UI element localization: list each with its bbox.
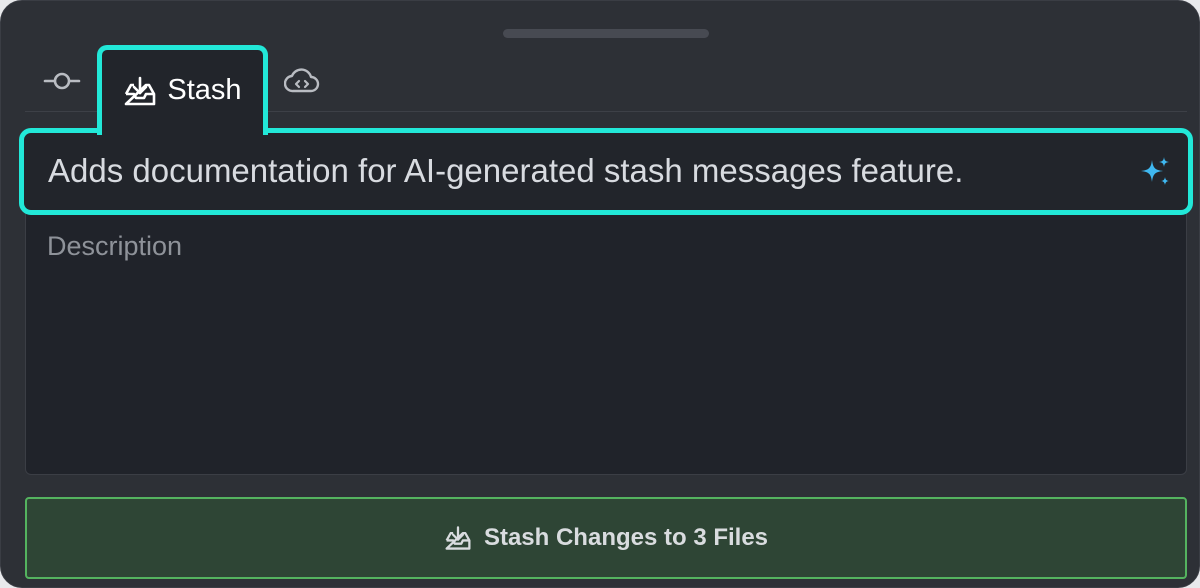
commit-icon [43,72,81,90]
tab-cloud-patch[interactable] [281,61,323,101]
stash-message-input[interactable] [48,149,1118,193]
stash-message-box [19,128,1193,215]
tab-commit[interactable] [37,61,87,101]
stash-changes-button-label: Stash Changes to 3 Files [483,524,769,551]
stash-icon [445,526,471,550]
tab-stash-label: Stash [167,74,242,106]
stash-description-input[interactable] [25,226,1185,472]
stash-panel: Stash Stash Changes to 3 Files [0,0,1200,588]
drag-handle[interactable] [503,29,709,38]
tab-stash[interactable]: Stash [97,45,268,135]
sparkle-icon [1141,157,1169,185]
stash-changes-button[interactable]: Stash Changes to 3 Files [25,497,1187,579]
ai-generate-button[interactable] [1136,153,1174,191]
cloud-patch-icon [284,68,320,93]
stash-icon [125,76,156,105]
